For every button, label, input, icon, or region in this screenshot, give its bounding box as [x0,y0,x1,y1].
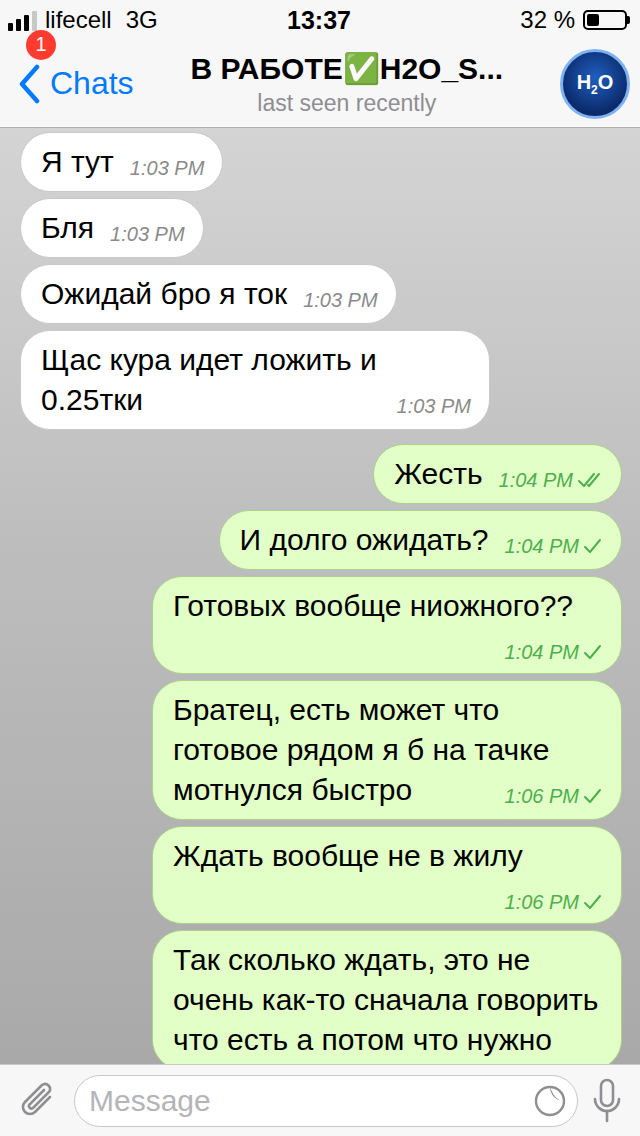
chat-screen: lifecell 3G 13:37 32 % Chats1 В РАБОТЕ✅H2O_S.… [0,0,640,1136]
paperclip-icon[interactable] [20,1079,60,1123]
message-bubble[interactable]: Братец, есть может что готовое рядом я б… [152,680,622,820]
message-text: Ждать вообще не в жилу [173,839,523,872]
message-bubble[interactable]: Щас кура идет ложить и 0.25тки 1:03 PM [20,330,490,430]
message-text: Жесть [394,457,482,490]
message-bubble[interactable]: Бля 1:03 PM [20,198,204,258]
carrier: lifecell [45,6,112,34]
back-button[interactable]: Chats1 [18,64,134,104]
message-text: Ожидай бро я ток [41,277,287,310]
double-check-icon [577,471,603,489]
message-bubble[interactable]: Ждать вообще не в жилу 1:06 PM [152,826,622,924]
signal-icon [8,9,37,31]
message-meta: 1:04 PM [499,468,603,492]
message-meta: 1:03 PM [303,288,377,312]
message-meta: 1:03 PM [130,156,204,180]
message-text: Бля [41,211,94,244]
battery-icon [583,10,630,30]
check-icon [583,893,603,911]
message-bubble[interactable]: Жесть 1:04 PM [373,444,622,504]
message-list: Я тут 1:03 PM Бля 1:03 PM Ожидай бро я ток 1:… [0,128,640,1064]
message-text: Готовых вообще ниожного?? [173,589,573,622]
message-meta: 1:06 PM [505,784,603,808]
message-meta: 1:04 PM [505,534,603,558]
avatar[interactable]: H2O [560,49,630,119]
sticker-icon[interactable] [533,1084,567,1118]
title: В РАБОТЕ✅H2O_S... [190,51,503,86]
message-bubble[interactable]: Готовых вообще ниожного?? 1:04 PM [152,576,622,674]
check-icon [583,787,603,805]
chat-title[interactable]: В РАБОТЕ✅H2O_S...last seen recently [146,51,548,117]
network: 3G [126,6,158,34]
status-bar: lifecell 3G 13:37 32 % [0,0,640,40]
message-text: Братец, есть может что готовое рядом я б… [173,693,549,806]
message-meta: 1:03 PM [110,222,184,246]
message-meta: 1:03 PM [397,394,471,418]
chevron-left-icon [18,64,40,104]
battery-percent: 32 % [520,6,575,34]
check-icon [583,643,603,661]
message-input[interactable]: Message [74,1075,578,1127]
message-text: И долго ожидать? [240,523,489,556]
message-bubble[interactable]: Так сколько ждать, это не очень как-то с… [152,930,622,1064]
message-bubble[interactable]: Я тут 1:03 PM [20,132,223,192]
clock: 13:37 [287,6,351,35]
message-meta: 1:04 PM [505,640,603,664]
check-icon [583,537,603,555]
composer: Message [0,1064,640,1136]
message-text: Так сколько ждать, это не очень как-то с… [173,943,598,1056]
message-text: Я тут [41,145,114,178]
microphone-icon[interactable] [592,1077,622,1125]
message-meta: 1:06 PM [505,890,603,914]
message-bubble[interactable]: И долго ожидать? 1:04 PM [219,510,622,570]
nav-bar: Chats1 В РАБОТЕ✅H2O_S...last seen recentl… [0,40,640,128]
message-bubble[interactable]: Ожидай бро я ток 1:03 PM [20,264,397,324]
subtitle: last seen recently [257,90,436,117]
message-text: Щас кура идет ложить и 0.25тки [41,343,377,416]
unread-badge: 1 [26,30,56,60]
